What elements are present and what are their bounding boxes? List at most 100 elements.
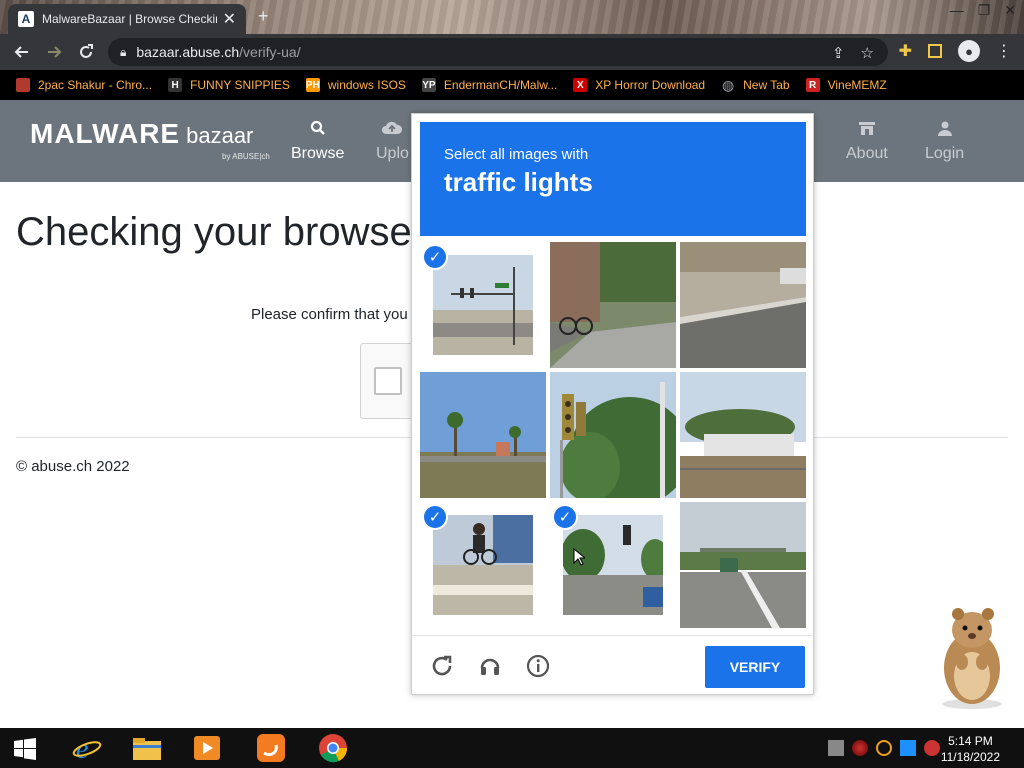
tile-image-intersection <box>433 255 533 355</box>
address-bar[interactable]: 🔒︎ bazaar.abuse.ch/verify-ua/ ⇪ ☆ <box>108 38 888 66</box>
bookmark-favicon-icon: PH <box>305 78 320 92</box>
windows-taskbar: e 5:14 PM 11/18/2022 <box>0 728 1024 768</box>
forward-button[interactable] <box>38 36 70 68</box>
image-tile[interactable] <box>680 372 806 498</box>
new-tab-button[interactable]: + <box>258 6 269 27</box>
bookmark-favicon-icon: YP <box>421 78 436 92</box>
media-player-icon[interactable] <box>190 732 224 764</box>
forward-arrow-icon <box>48 46 62 58</box>
tab-close-icon[interactable]: ✕ <box>223 9 236 29</box>
tab-title: MalwareBazaar | Browse Checking <box>42 12 217 26</box>
globe-icon: ◍ <box>722 76 735 93</box>
user-icon <box>925 120 964 141</box>
confirm-text: Please confirm that you <box>251 306 408 323</box>
browser-toolbar: 🔒︎ bazaar.abuse.ch/verify-ua/ ⇪ ☆ <box>0 34 1024 70</box>
taskbar-clock[interactable]: 5:14 PM 11/18/2022 <box>941 733 1000 765</box>
bookmark-label: XP Horror Download <box>595 78 706 92</box>
malwarebazaar-logo[interactable]: MALWARE bazaar by ABUSE|ch <box>30 118 270 161</box>
image-tile[interactable]: ✓ <box>420 502 546 628</box>
tray-virus-icon[interactable] <box>852 740 868 756</box>
image-grid: ✓ ✓ ✓ <box>420 242 806 628</box>
search-icon <box>291 120 344 141</box>
minimize-icon[interactable]: — <box>950 2 964 19</box>
audio-challenge-icon[interactable] <box>476 652 504 680</box>
challenge-header: Select all images with traffic lights <box>420 122 806 236</box>
bookmark-item[interactable]: YP EndermanCH/Malw... <box>421 78 557 92</box>
upload-icon <box>376 120 409 141</box>
url-path: /verify-ua/ <box>239 44 301 60</box>
close-window-icon[interactable]: ✕ <box>1004 2 1016 19</box>
bookmark-item[interactable]: PH windows ISOS <box>305 78 406 92</box>
window-controls: — ❐ ✕ <box>950 2 1016 19</box>
nav-browse-label: Browse <box>291 145 345 162</box>
info-icon[interactable] <box>524 652 552 680</box>
challenge-target: traffic lights <box>444 167 593 197</box>
windows-start-icon[interactable] <box>14 738 36 760</box>
reload-button[interactable] <box>70 36 102 68</box>
chrome-icon[interactable] <box>316 732 350 764</box>
recaptcha-challenge-popup: Select all images with traffic lights ✓ <box>411 113 814 695</box>
bookmark-label: VineMEMZ <box>827 78 887 92</box>
back-button[interactable] <box>6 36 38 68</box>
tray-search-icon[interactable] <box>876 740 892 756</box>
extension-area: ✚ ● ⋮ <box>899 40 1012 62</box>
bookmarks-bar: 2pac Shakur - Chro... H FUNNY SNIPPIES PH wi… <box>0 70 1024 100</box>
tab-favicon: A <box>18 11 34 27</box>
image-tile[interactable]: ✓ <box>550 502 676 628</box>
internet-explorer-icon[interactable]: e <box>70 732 104 764</box>
nav-login[interactable]: Login <box>925 120 964 163</box>
bookmark-label: New Tab <box>743 78 790 92</box>
side-panel-icon[interactable] <box>928 44 942 58</box>
bookmark-label: 2pac Shakur - Chro... <box>38 78 153 92</box>
recaptcha-checkbox[interactable] <box>374 367 402 395</box>
uc-browser-icon[interactable] <box>254 732 288 764</box>
selected-check-icon: ✓ <box>552 504 578 530</box>
image-tile[interactable] <box>680 242 806 368</box>
share-icon[interactable]: ⇪ <box>832 44 845 62</box>
bookmark-favicon-icon: H <box>168 78 183 92</box>
tray-volume-icon[interactable] <box>924 740 940 756</box>
nav-upload[interactable]: Uplo <box>376 120 409 163</box>
tile-image-curb <box>680 242 806 368</box>
image-tile[interactable] <box>550 242 676 368</box>
tile-image-palm-trees <box>420 372 546 498</box>
bookmark-item[interactable]: 2pac Shakur - Chro... <box>16 78 152 92</box>
tile-image-sidewalk-bikes <box>550 242 676 368</box>
bookmark-item[interactable]: R VineMEMZ <box>805 78 887 92</box>
window-titlebar: A MalwareBazaar | Browse Checking ✕ + — … <box>0 0 1024 34</box>
verify-button[interactable]: VERIFY <box>705 646 805 688</box>
tupac-icon <box>16 78 30 92</box>
system-tray <box>828 740 940 756</box>
reload-icon <box>80 44 93 58</box>
bookmark-star-icon[interactable]: ☆ <box>861 44 874 62</box>
logo-main: MALWARE <box>30 118 181 149</box>
extensions-puzzle-icon[interactable]: ✚ <box>899 41 912 61</box>
nav-login-label: Login <box>925 145 965 162</box>
nav-upload-label: Uplo <box>376 145 409 162</box>
nav-browse[interactable]: Browse <box>291 120 344 163</box>
tray-network-icon[interactable] <box>900 740 916 756</box>
image-tile[interactable] <box>420 372 546 498</box>
clock-date: 11/18/2022 <box>940 750 1000 764</box>
image-tile[interactable]: ✓ <box>420 242 546 368</box>
kebab-menu-icon[interactable]: ⋮ <box>996 41 1012 61</box>
bookmark-item[interactable]: ◍ New Tab <box>721 76 790 93</box>
image-tile[interactable] <box>680 502 806 628</box>
reload-challenge-icon[interactable] <box>428 652 456 680</box>
image-tile[interactable] <box>550 372 676 498</box>
mouse-cursor-icon <box>573 548 585 566</box>
desktop-hamster-buddy <box>942 608 1002 709</box>
tray-app-icon[interactable] <box>828 740 844 756</box>
bookmark-item[interactable]: X XP Horror Download <box>573 78 705 92</box>
browser-tab-active[interactable]: A MalwareBazaar | Browse Checking ✕ <box>8 4 246 34</box>
file-explorer-icon[interactable] <box>130 732 164 764</box>
profile-avatar-icon[interactable]: ● <box>958 40 980 62</box>
building-icon <box>846 120 888 141</box>
selected-check-icon: ✓ <box>422 244 448 270</box>
bookmark-item[interactable]: H FUNNY SNIPPIES <box>168 78 290 92</box>
lock-icon[interactable]: 🔒︎ <box>120 45 126 60</box>
challenge-footer: VERIFY <box>412 635 813 695</box>
nav-about[interactable]: About <box>846 120 888 163</box>
back-arrow-icon <box>14 46 28 58</box>
restore-icon[interactable]: ❐ <box>978 2 991 19</box>
